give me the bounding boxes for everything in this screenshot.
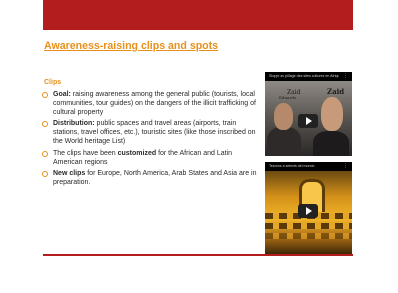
temple-frieze (265, 233, 352, 239)
person-left-face (274, 103, 293, 130)
bullet-lead: Goal: (53, 91, 71, 98)
bullet-lead: New clips (53, 170, 86, 178)
video-frame: Zaid Eduardo Zaid (265, 81, 352, 156)
video-caption: Stoppt av pillage des sites cultures en … (269, 74, 339, 78)
bullet-ring-icon (42, 121, 48, 128)
more-options-icon[interactable]: ⋮ (343, 163, 348, 169)
bullet-bold-word: customized (117, 149, 157, 157)
video-title-bar: Tesoros a selects del mundo ⋮ (265, 162, 352, 171)
bullet-text: raising awareness among the general publ… (53, 91, 256, 116)
video-thumbnail-africa[interactable]: Stoppt av pillage des sites cultures en … (265, 72, 352, 156)
slide: Awareness-raising clips and spots Clips … (0, 0, 398, 293)
play-icon[interactable] (298, 204, 318, 218)
bullet-distribution: Distribution: public spaces and travel a… (41, 120, 263, 146)
slide-title: Awareness-raising clips and spots (44, 40, 219, 52)
bullet-list: Goal: raising awareness among the genera… (41, 91, 263, 191)
temple-frieze (265, 223, 352, 229)
person-left-body (267, 127, 301, 156)
video-title-bar: Stoppt av pillage des sites cultures en … (265, 72, 352, 81)
bullet-ring-icon (42, 92, 48, 98)
footer-rule (43, 254, 353, 256)
scene-text: Eduardo (279, 95, 297, 100)
play-icon[interactable] (298, 114, 318, 128)
video-thumbnail-latin-america[interactable]: Tesoros a selects del mundo ⋮ (265, 162, 352, 254)
video-caption: Tesoros a selects del mundo (269, 164, 315, 168)
video-frame (265, 171, 352, 254)
bullet-goal: Goal: raising awareness among the genera… (41, 91, 263, 117)
person-right-face (321, 97, 343, 131)
bullet-ring-icon (42, 150, 48, 157)
person-right-body (313, 131, 349, 156)
scene-text: Zaid (327, 87, 345, 96)
section-subheading: Clips (44, 79, 62, 86)
bullet-new-clips: New clips for Europe, North America, Ara… (41, 170, 263, 188)
bullet-lead: Distribution: (53, 120, 95, 128)
bullet-customized: The clips have been customized for the A… (41, 150, 263, 168)
bullet-text: The clips have been (53, 149, 118, 157)
more-options-icon[interactable]: ⋮ (343, 73, 348, 79)
header-bar (43, 0, 353, 30)
bullet-ring-icon (42, 171, 48, 178)
